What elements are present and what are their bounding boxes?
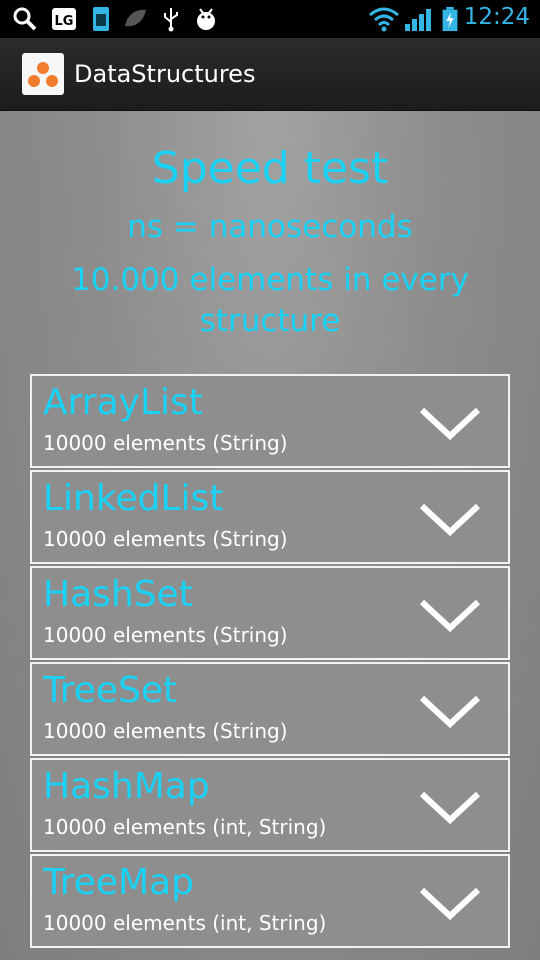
structure-detail: 10000 elements (int, String) [43, 815, 327, 839]
chevron-down-icon[interactable] [418, 886, 482, 920]
app-bar: DataStructures [0, 38, 540, 112]
wifi-icon [369, 7, 399, 32]
status-clock: 12:24 [463, 4, 530, 30]
usb-icon [164, 8, 178, 32]
search-icon [13, 7, 37, 31]
signal-icon [405, 9, 431, 31]
structure-card-treemap[interactable]: TreeMap 10000 elements (int, String) [30, 854, 510, 948]
structure-detail: 10000 elements (int, String) [43, 911, 327, 935]
structure-detail: 10000 elements (String) [43, 431, 288, 455]
lg-icon: LG [52, 8, 76, 30]
app-logo-icon[interactable] [22, 53, 64, 95]
structure-card-arraylist[interactable]: ArrayList 10000 elements (String) [30, 374, 510, 468]
app-title: DataStructures [74, 60, 256, 88]
leaf-icon [125, 9, 146, 27]
battery-icon [442, 6, 458, 32]
sd-card-icon [93, 7, 109, 31]
chevron-down-icon[interactable] [418, 502, 482, 536]
structure-name: HashSet [43, 574, 193, 615]
page-subtitle: ns = nanoseconds [127, 209, 413, 245]
structure-name: HashMap [43, 766, 210, 807]
page-title: Speed test [151, 143, 389, 194]
status-bar: LG 12:24 [0, 0, 540, 38]
chevron-down-icon[interactable] [418, 790, 482, 824]
structure-detail: 10000 elements (String) [43, 527, 288, 551]
structure-card-treeset[interactable]: TreeSet 10000 elements (String) [30, 662, 510, 756]
structure-name: TreeMap [43, 862, 194, 903]
structure-card-linkedlist[interactable]: LinkedList 10000 elements (String) [30, 470, 510, 564]
structure-list: ArrayList 10000 elements (String) Linked… [30, 374, 510, 950]
structure-name: ArrayList [43, 382, 203, 423]
structure-detail: 10000 elements (String) [43, 719, 288, 743]
structure-name: LinkedList [43, 478, 224, 519]
structure-detail: 10000 elements (String) [43, 623, 288, 647]
chevron-down-icon[interactable] [418, 694, 482, 728]
structure-card-hashset[interactable]: HashSet 10000 elements (String) [30, 566, 510, 660]
android-debug-icon [197, 8, 215, 30]
chevron-down-icon[interactable] [418, 598, 482, 632]
structure-name: TreeSet [43, 670, 178, 711]
page-description: 10.000 elements in every structure [71, 262, 469, 339]
svg-text:LG: LG [55, 14, 74, 29]
chevron-down-icon[interactable] [418, 406, 482, 440]
structure-card-hashmap[interactable]: HashMap 10000 elements (int, String) [30, 758, 510, 852]
main-content: Speed test ns = nanoseconds 10.000 eleme… [0, 111, 540, 960]
